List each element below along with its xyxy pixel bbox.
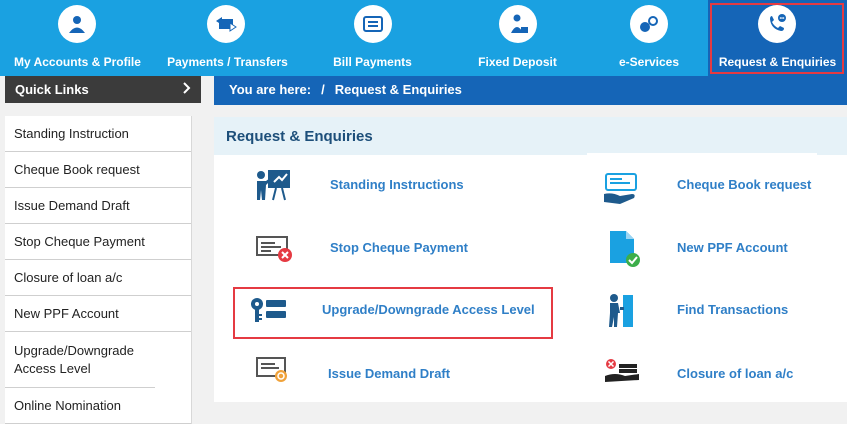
nav-request-enquiries[interactable]: Request & Enquiries	[708, 0, 847, 76]
panel-title: Request & Enquiries	[214, 117, 847, 156]
presentation-icon	[254, 168, 292, 207]
find-transactions-icon	[606, 293, 636, 334]
upgrade-downgrade-access-level-link[interactable]: Upgrade/Downgrade Access Level	[322, 302, 535, 317]
nav-fixed-deposit[interactable]: Fixed Deposit	[445, 0, 590, 76]
document-check-icon	[606, 229, 642, 274]
quick-links-header[interactable]: Quick Links	[5, 76, 201, 103]
quick-link-item[interactable]: Issue Demand Draft	[5, 188, 191, 224]
bill-icon	[354, 5, 392, 43]
quick-links-title: Quick Links	[15, 82, 89, 97]
quick-link-item[interactable]: New PPF Account	[5, 296, 191, 332]
breadcrumb-prefix: You are here:	[229, 82, 312, 97]
top-navigation: My Accounts & Profile Payments / Transfe…	[0, 0, 847, 76]
chevron-right-icon	[183, 82, 191, 97]
find-transactions-link[interactable]: Find Transactions	[677, 302, 788, 317]
nav-label: e-Services	[618, 55, 680, 69]
quick-link-item[interactable]: Cheque Book request	[5, 152, 191, 188]
nav-label: My Accounts & Profile	[14, 55, 141, 69]
nav-payments-transfers[interactable]: Payments / Transfers	[155, 0, 300, 76]
nav-label: Fixed Deposit	[478, 55, 557, 69]
nav-label: Request & Enquiries	[718, 55, 837, 69]
transfer-icon	[207, 5, 245, 43]
panel-title-text: Request & Enquiries	[226, 128, 373, 145]
demand-draft-icon	[255, 356, 291, 389]
nav-my-accounts[interactable]: My Accounts & Profile	[0, 0, 155, 76]
quick-link-item[interactable]: Closure of loan a/c	[5, 260, 191, 296]
stop-cheque-payment-link[interactable]: Stop Cheque Payment	[330, 240, 468, 255]
closure-of-loan-link[interactable]: Closure of loan a/c	[677, 366, 793, 381]
sidebar: Quick Links Standing Instruction Cheque …	[0, 76, 205, 424]
deposit-icon	[499, 5, 537, 43]
breadcrumb-current: Request & Enquiries	[334, 82, 462, 97]
quick-link-item[interactable]: Upgrade/Downgrade Access Level	[5, 332, 155, 388]
cheque-book-request-link[interactable]: Cheque Book request	[677, 177, 811, 192]
nav-bill-payments[interactable]: Bill Payments	[300, 0, 445, 76]
divider	[587, 153, 817, 156]
standing-instructions-link[interactable]: Standing Instructions	[330, 177, 464, 192]
access-key-icon	[249, 296, 289, 331]
breadcrumb: You are here: / Request & Enquiries	[214, 76, 847, 105]
loan-closure-icon	[603, 358, 643, 389]
stop-cheque-icon	[255, 233, 293, 268]
phone-chat-icon	[758, 5, 796, 43]
breadcrumb-separator: /	[321, 82, 325, 97]
quick-links-list: Standing Instruction Cheque Book request…	[5, 116, 192, 424]
nav-label: Bill Payments	[333, 55, 412, 69]
nav-label: Payments / Transfers	[167, 55, 288, 69]
quick-link-item[interactable]: Online Nomination	[5, 388, 191, 424]
issue-demand-draft-link[interactable]: Issue Demand Draft	[328, 366, 450, 381]
new-ppf-account-link[interactable]: New PPF Account	[677, 240, 788, 255]
cheque-book-icon	[602, 172, 642, 211]
quick-link-item[interactable]: Stop Cheque Payment	[5, 224, 191, 260]
request-enquiries-panel: Request & Enquiries	[214, 117, 847, 402]
nav-e-services[interactable]: e-Services	[590, 0, 708, 76]
eservices-icon	[630, 5, 668, 43]
quick-link-item[interactable]: Standing Instruction	[5, 116, 191, 152]
user-icon	[58, 5, 96, 43]
